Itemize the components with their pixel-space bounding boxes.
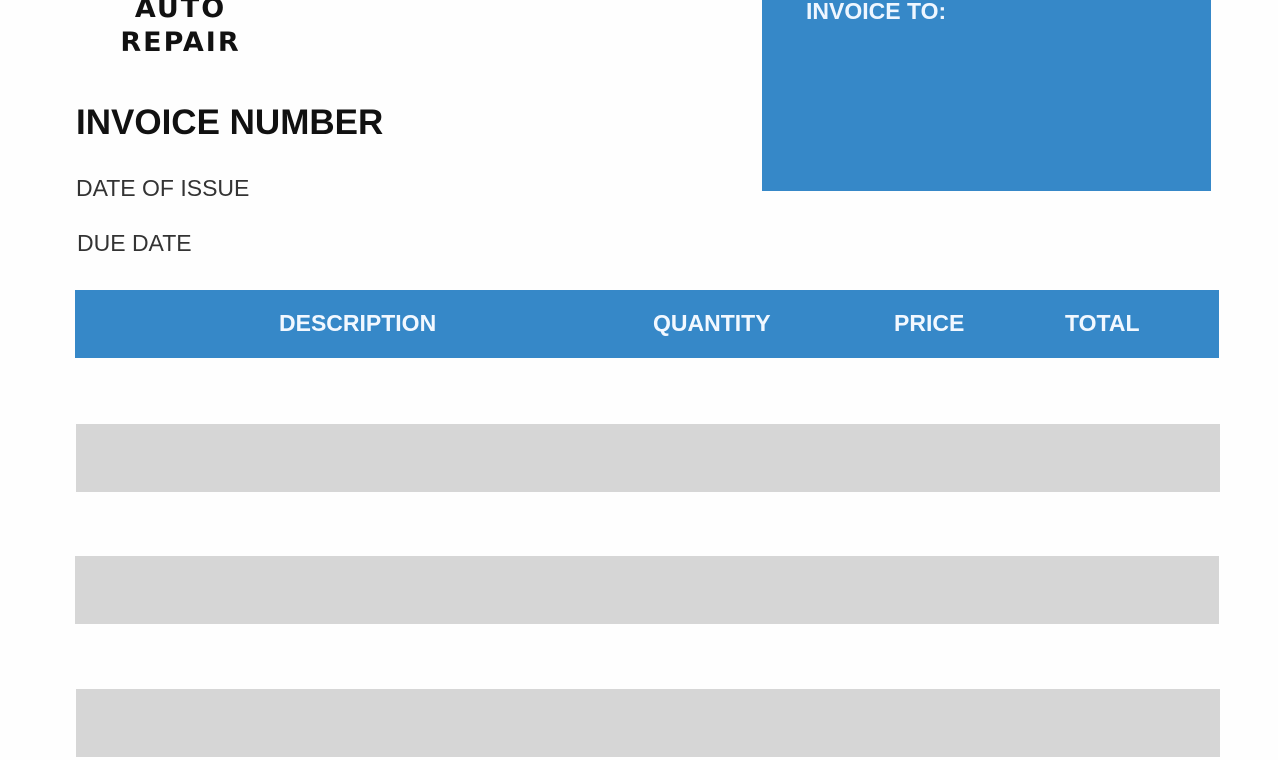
logo-line-2: REPAIR (120, 27, 241, 58)
table-header: DESCRIPTION QUANTITY PRICE TOTAL (75, 290, 1219, 358)
table-row-stripe (75, 556, 1219, 624)
logo: AUTO REPAIR (108, 0, 253, 60)
header-total: TOTAL (1065, 310, 1140, 336)
date-of-issue-label: DATE OF ISSUE (76, 175, 250, 201)
due-date-label: DUE DATE (77, 230, 192, 256)
table-row-stripe (76, 689, 1220, 757)
logo-line-1: AUTO (134, 0, 227, 24)
header-description: DESCRIPTION (279, 310, 437, 336)
invoice-to-box: INVOICE TO: (762, 0, 1211, 191)
invoice-to-label: INVOICE TO: (806, 0, 947, 24)
invoice-number-label: INVOICE NUMBER (76, 103, 384, 142)
header-quantity: QUANTITY (653, 310, 771, 336)
header-price: PRICE (894, 310, 965, 336)
table-row-stripe (76, 424, 1220, 492)
